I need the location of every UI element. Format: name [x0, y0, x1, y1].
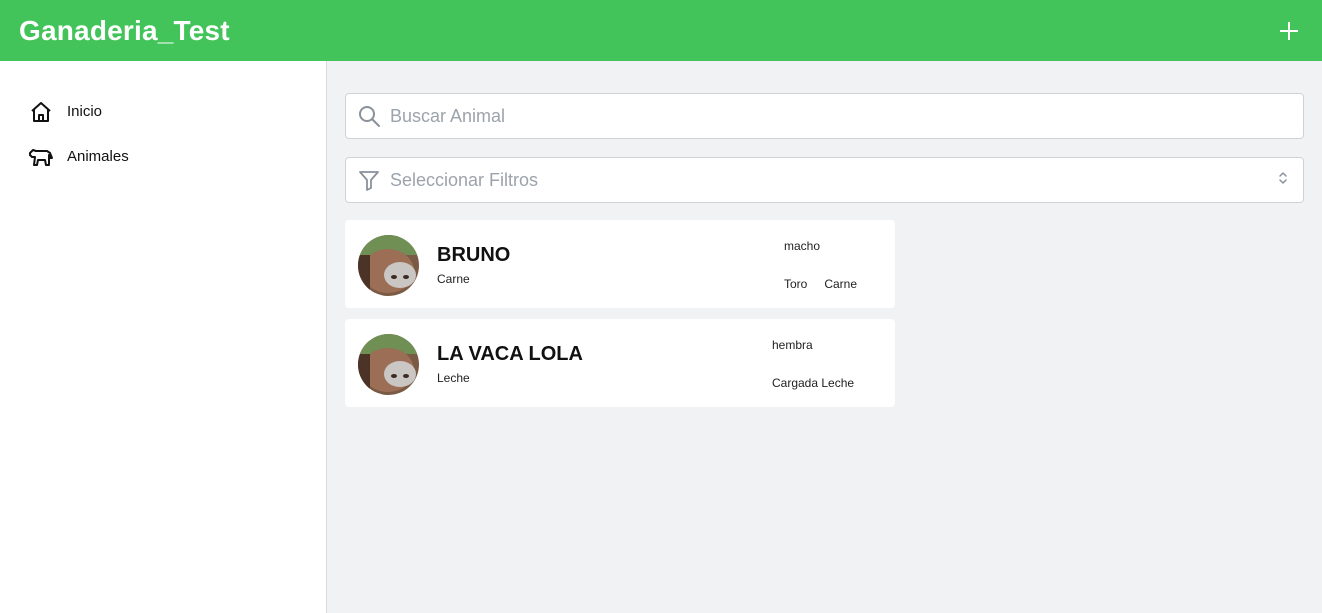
filters-select[interactable]: Seleccionar Filtros	[345, 157, 1304, 203]
animal-tag: Carne	[824, 277, 858, 291]
animal-sex: macho	[784, 239, 821, 253]
main-content: Seleccionar Filtros BRUNO	[345, 93, 1304, 418]
sidebar-item-inicio[interactable]: Inicio	[0, 89, 326, 134]
animal-avatar	[358, 235, 419, 296]
add-button[interactable]	[1275, 17, 1303, 45]
plus-icon	[1280, 21, 1298, 40]
animal-name: BRUNO	[437, 244, 511, 266]
animal-tag: Toro	[784, 277, 808, 291]
filters-placeholder: Seleccionar Filtros	[390, 169, 539, 190]
search-icon	[356, 103, 382, 129]
animal-tags: Toro Carne	[784, 277, 857, 291]
animal-icon	[28, 144, 54, 170]
animal-tag: Leche	[821, 376, 855, 390]
sidebar-item-label: Inicio	[67, 103, 103, 120]
animal-card[interactable]: BRUNO Carne macho Toro Carne	[345, 220, 895, 308]
animal-type: Leche	[437, 371, 470, 385]
animal-tag: Cargada	[772, 376, 819, 390]
search-bar[interactable]	[345, 93, 1304, 139]
animal-avatar	[358, 334, 419, 395]
chevron-up-down-icon	[1277, 170, 1289, 191]
home-icon	[28, 99, 54, 125]
animal-tags: Cargada Leche	[772, 376, 854, 390]
animal-sex: hembra	[772, 338, 813, 352]
search-input[interactable]	[390, 105, 1289, 127]
app-title: Ganaderia_Test	[19, 14, 230, 46]
app-header: Ganaderia_Test	[0, 0, 1322, 61]
animal-type: Carne	[437, 272, 470, 286]
sidebar-item-label: Animales	[67, 148, 129, 165]
animal-name: LA VACA LOLA	[437, 343, 583, 365]
sidebar: Inicio Animales	[0, 61, 327, 613]
animal-list: BRUNO Carne macho Toro Carne LA VACA LOLA	[345, 220, 895, 407]
sidebar-item-animales[interactable]: Animales	[0, 134, 326, 179]
filter-icon	[356, 167, 382, 193]
animal-card[interactable]: LA VACA LOLA Leche hembra Cargada Leche	[345, 319, 895, 407]
